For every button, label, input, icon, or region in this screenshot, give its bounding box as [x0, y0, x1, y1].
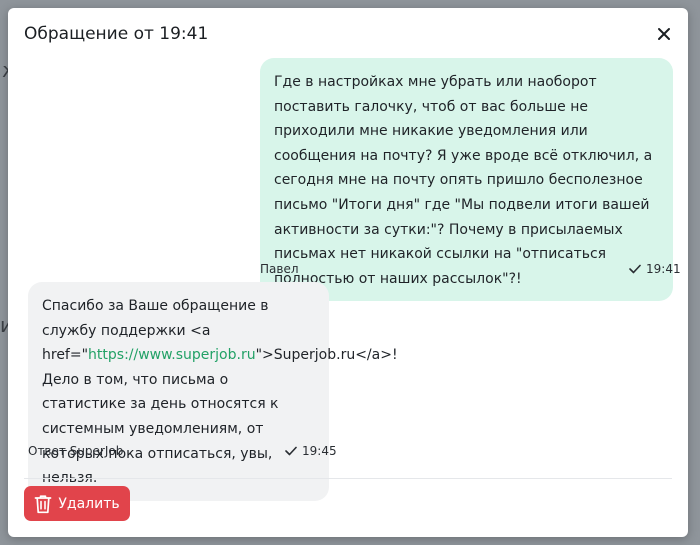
check-icon — [285, 446, 297, 456]
close-icon — [658, 28, 670, 40]
support-message-text-after: ">Superjob.ru</a>! Дело в том, что письм… — [42, 347, 398, 487]
user-message: Где в настройках мне убрать или наоборот… — [260, 58, 673, 302]
user-message-text: Где в настройках мне убрать или наоборот… — [274, 74, 653, 287]
delete-button[interactable]: Удалить — [24, 486, 130, 521]
support-message-meta: 19:45 — [285, 444, 337, 458]
close-button[interactable] — [654, 24, 674, 44]
support-message-time: 19:45 — [302, 444, 337, 458]
check-icon — [629, 264, 641, 274]
delete-button-label: Удалить — [58, 495, 120, 512]
support-message: Спасибо за Ваше обращение в службу подде… — [28, 282, 398, 501]
modal-title: Обращение от 19:41 — [24, 24, 209, 44]
appeal-modal: Обращение от 19:41 Где в настройках мне … — [8, 8, 688, 537]
support-message-link[interactable]: https://www.superjob.ru — [88, 347, 256, 363]
user-message-meta: 19:41 — [629, 262, 681, 276]
trash-icon — [34, 494, 52, 513]
user-message-time: 19:41 — [646, 262, 681, 276]
user-message-author: Павел — [260, 262, 299, 276]
footer-divider — [24, 478, 672, 479]
support-message-author: Ответ SuperJob — [28, 444, 124, 458]
